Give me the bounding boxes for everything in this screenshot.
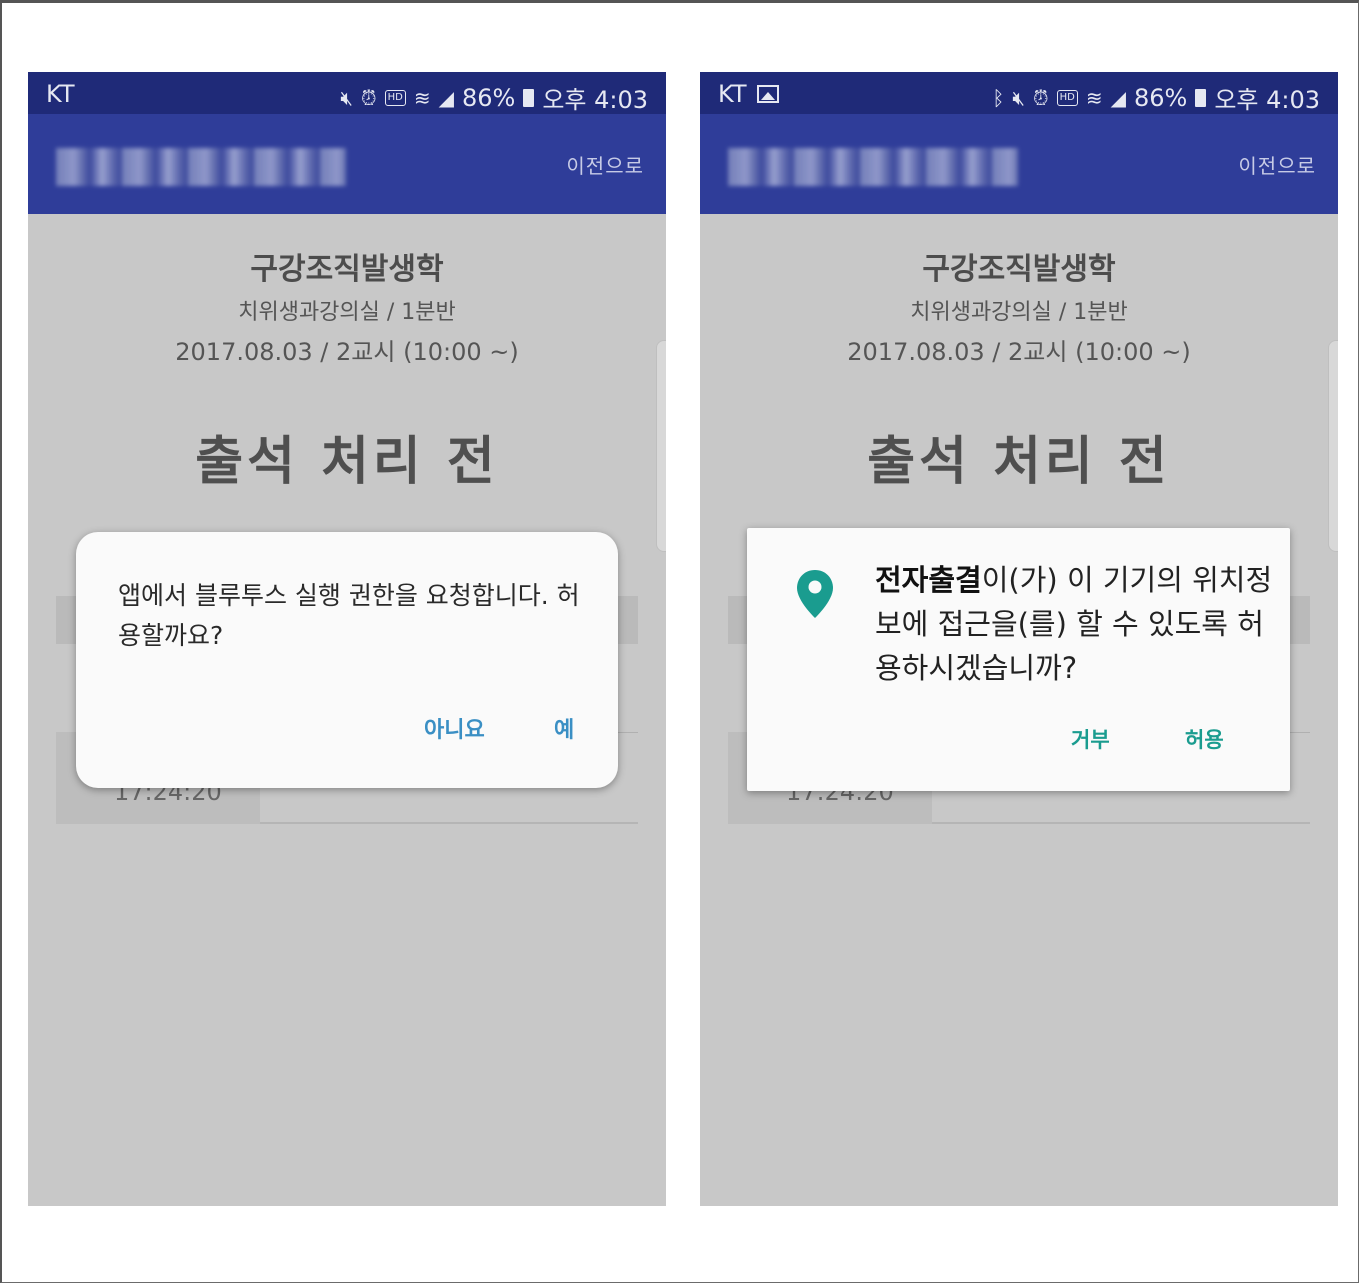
phone-screen-right: KT ᛒ 🔇︎ ⏰︎ HD ≋ ◢ 86% 오후 4:03 이전으로 구강조직발… [700,72,1338,1206]
divider [260,822,638,824]
signal-icon: ◢ [438,85,454,110]
course-room: 치위생과강의실 / 1분반 [238,300,456,325]
hd-icon: HD [384,89,406,106]
dialog-message: 전자출결이(가) 이 기기의 위치정보에 접근을(를) 할 수 있도록 허용하시… [875,558,1275,690]
allow-button[interactable]: 허용 [1185,724,1224,754]
wifi-icon: ≋ [413,85,431,110]
attendance-status: 출석 처리 전 [867,432,1171,492]
bluetooth-icon: ᛒ [992,85,1005,110]
status-time: 오후 4:03 [542,86,648,114]
dialog-app-name: 전자출결 [875,563,982,597]
course-info: 구강조직발생학 치위생과강의실 / 1분반 2017.08.03 / 2교시 (… [28,214,666,494]
back-button[interactable]: 이전으로 [566,150,644,179]
battery-percent: 86% [1133,83,1188,112]
alarm-icon: ⏰︎ [1032,85,1049,110]
app-title-redacted [728,148,1018,186]
mute-icon: 🔇︎ [340,85,353,110]
battery-icon [1195,88,1207,107]
back-button[interactable]: 이전으로 [1238,150,1316,179]
course-info: 구강조직발생학 치위생과강의실 / 1분반 2017.08.03 / 2교시 (… [700,214,1338,494]
location-pin-icon [797,570,833,618]
course-title: 구강조직발생학 [922,252,1116,287]
app-bar: 이전으로 [28,114,666,214]
location-permission-dialog: 전자출결이(가) 이 기기의 위치정보에 접근을(를) 할 수 있도록 허용하시… [747,528,1290,791]
carrier-label: KT [718,80,747,108]
signal-icon: ◢ [1110,85,1126,110]
gallery-icon [756,85,779,103]
battery-percent: 86% [461,83,516,112]
yes-button[interactable]: 예 [554,712,574,744]
hd-icon: HD [1056,89,1078,106]
side-handle[interactable] [1328,340,1338,552]
dialog-message: 앱에서 블루투스 실행 권한을 요청합니다. 허용할까요? [118,581,580,650]
app-bar: 이전으로 [700,114,1338,214]
mute-icon: 🔇︎ [1012,85,1025,110]
status-time: 오후 4:03 [1214,86,1320,114]
status-bar: KT ᛒ 🔇︎ ⏰︎ HD ≋ ◢ 86% 오후 4:03 [700,72,1338,114]
deny-button[interactable]: 거부 [1071,724,1110,754]
attendance-status: 출석 처리 전 [195,432,499,492]
no-button[interactable]: 아니요 [424,712,485,744]
side-handle[interactable] [656,340,666,552]
bluetooth-permission-dialog: 앱에서 블루투스 실행 권한을 요청합니다. 허용할까요? 아니요 예 [76,532,618,788]
battery-icon [523,88,535,107]
divider [932,822,1310,824]
carrier-label: KT [46,80,75,108]
course-date: 2017.08.03 / 2교시 (10:00 ~) [847,338,1191,366]
status-bar: KT 🔇︎ ⏰︎ HD ≋ ◢ 86% 오후 4:03 [28,72,666,114]
alarm-icon: ⏰︎ [360,85,377,110]
course-date: 2017.08.03 / 2교시 (10:00 ~) [175,338,519,366]
app-title-redacted [56,148,346,186]
phone-screen-left: KT 🔇︎ ⏰︎ HD ≋ ◢ 86% 오후 4:03 이전으로 구강조직발생학… [28,72,666,1206]
course-title: 구강조직발생학 [250,252,444,287]
course-room: 치위생과강의실 / 1분반 [910,300,1128,325]
wifi-icon: ≋ [1085,85,1103,110]
